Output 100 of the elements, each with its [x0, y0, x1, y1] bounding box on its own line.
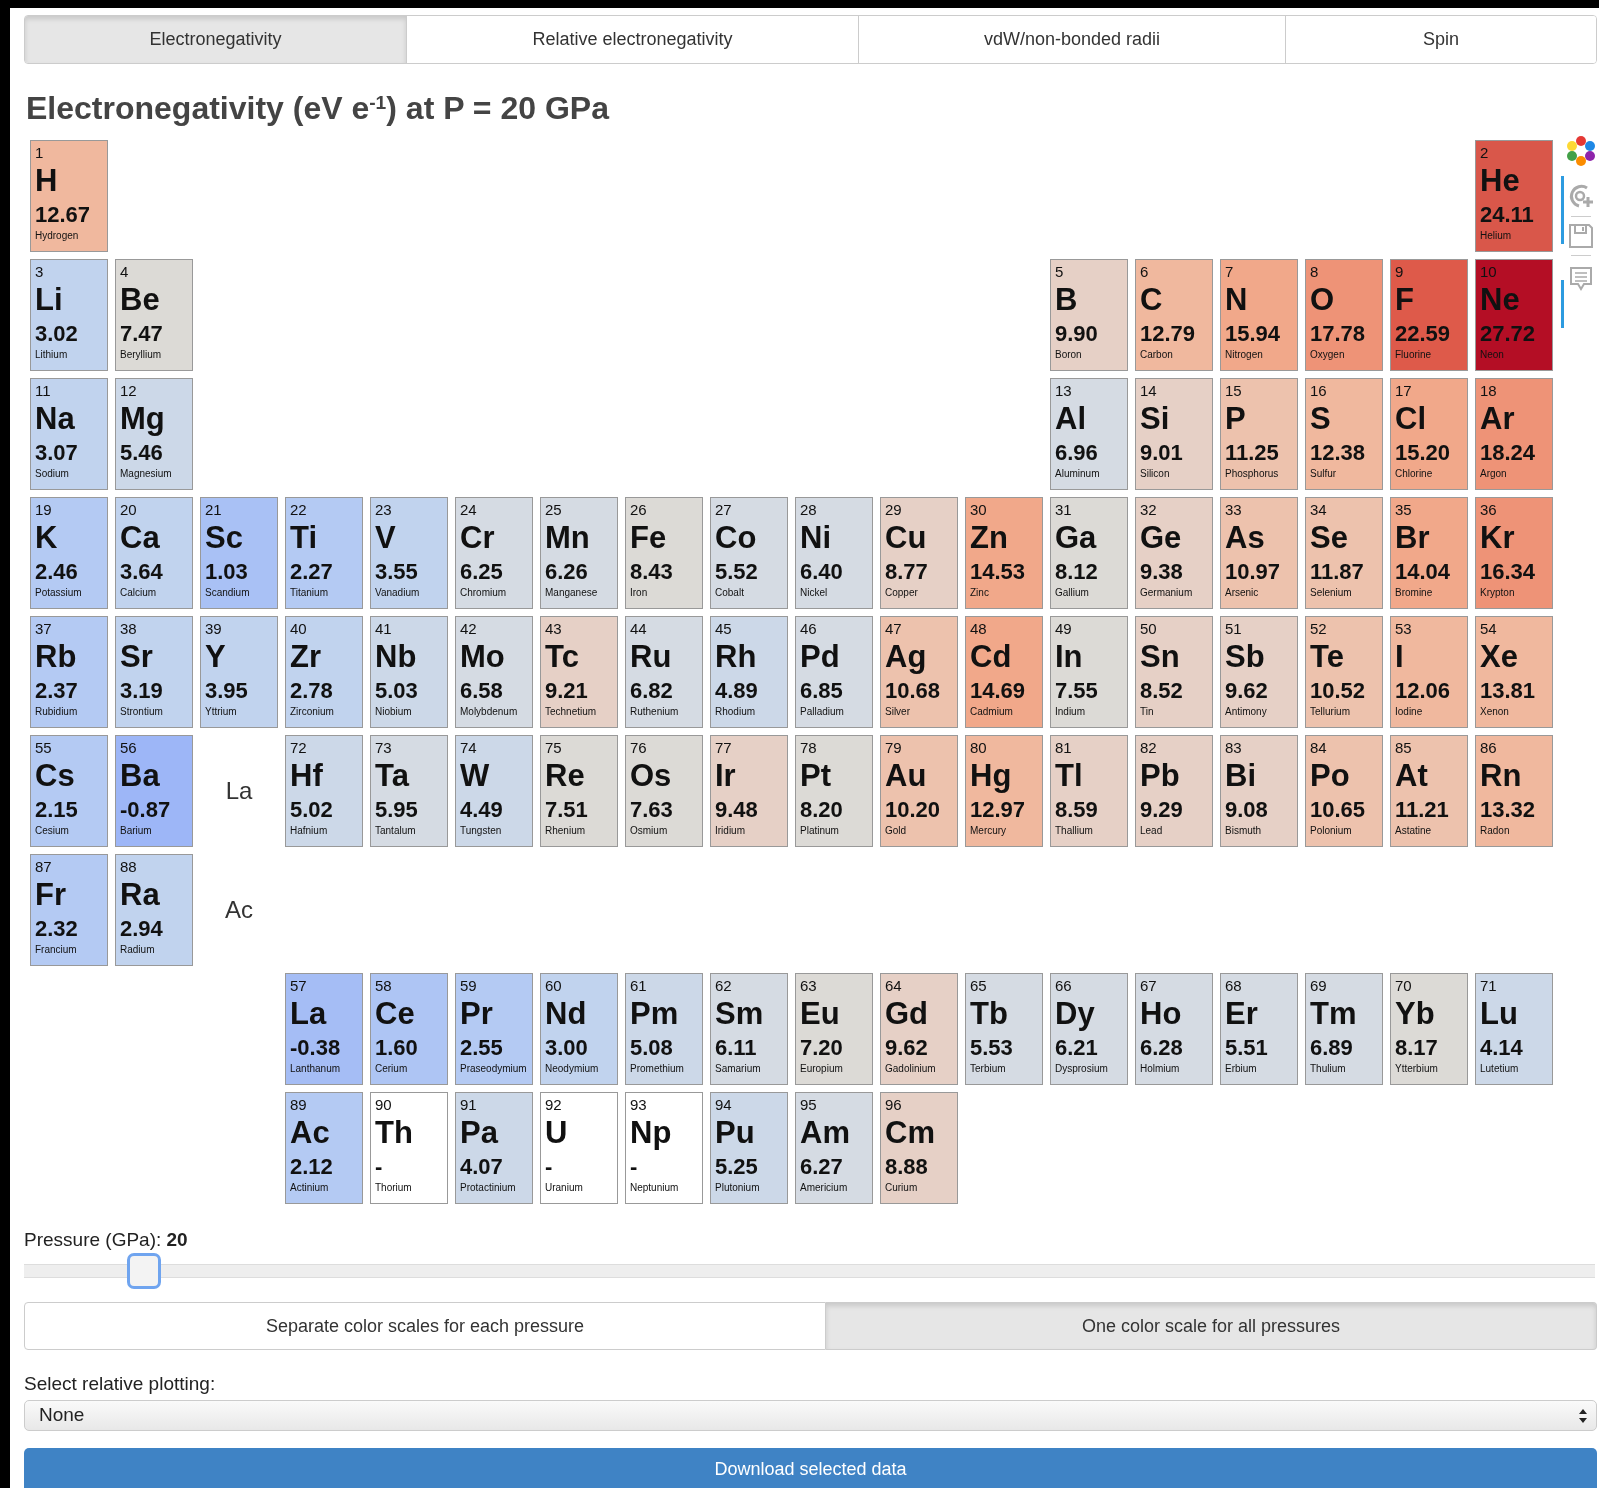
element-tile[interactable]: 81 Tl 8.59 Thallium — [1050, 735, 1128, 847]
element-tile[interactable]: 70 Yb 8.17 Ytterbium — [1390, 973, 1468, 1085]
element-tile[interactable]: 56 Ba -0.87 Barium — [115, 735, 193, 847]
element-tile[interactable]: 53 I 12.06 Iodine — [1390, 616, 1468, 728]
save-icon[interactable] — [1568, 223, 1594, 249]
element-tile[interactable]: 21 Sc 1.03 Scandium — [200, 497, 278, 609]
element-tile[interactable]: 35 Br 14.04 Bromine — [1390, 497, 1468, 609]
element-tile[interactable]: 80 Hg 12.97 Mercury — [965, 735, 1043, 847]
element-tile[interactable]: 51 Sb 9.62 Antimony — [1220, 616, 1298, 728]
element-tile[interactable]: 36 Kr 16.34 Krypton — [1475, 497, 1553, 609]
element-tile[interactable]: 3 Li 3.02 Lithium — [30, 259, 108, 371]
download-button[interactable]: Download selected data — [24, 1448, 1597, 1488]
element-tile[interactable]: 45 Rh 4.89 Rhodium — [710, 616, 788, 728]
element-tile[interactable]: 26 Fe 8.43 Iron — [625, 497, 703, 609]
element-tile[interactable]: 95 Am 6.27 Americium — [795, 1092, 873, 1204]
element-tile[interactable]: 38 Sr 3.19 Strontium — [115, 616, 193, 728]
element-tile[interactable]: 87 Fr 2.32 Francium — [30, 854, 108, 966]
element-tile[interactable]: 89 Ac 2.12 Actinium — [285, 1092, 363, 1204]
element-tile[interactable]: 8 O 17.78 Oxygen — [1305, 259, 1383, 371]
element-tile[interactable]: 71 Lu 4.14 Lutetium — [1475, 973, 1553, 1085]
element-tile[interactable]: 75 Re 7.51 Rhenium — [540, 735, 618, 847]
element-tile[interactable]: 27 Co 5.52 Cobalt — [710, 497, 788, 609]
element-tile[interactable]: 54 Xe 13.81 Xenon — [1475, 616, 1553, 728]
element-tile[interactable]: 17 Cl 15.20 Chlorine — [1390, 378, 1468, 490]
element-tile[interactable]: 6 C 12.79 Carbon — [1135, 259, 1213, 371]
element-tile[interactable]: 77 Ir 9.48 Iridium — [710, 735, 788, 847]
element-tile[interactable]: 48 Cd 14.69 Cadmium — [965, 616, 1043, 728]
element-tile[interactable]: 29 Cu 8.77 Copper — [880, 497, 958, 609]
element-tile[interactable]: 2 He 24.11 Helium — [1475, 140, 1553, 252]
element-tile[interactable]: 30 Zn 14.53 Zinc — [965, 497, 1043, 609]
element-tile[interactable]: 91 Pa 4.07 Protactinium — [455, 1092, 533, 1204]
logo-icon[interactable] — [1566, 136, 1596, 166]
element-tile[interactable]: 50 Sn 8.52 Tin — [1135, 616, 1213, 728]
element-tile[interactable]: 79 Au 10.20 Gold — [880, 735, 958, 847]
element-tile[interactable]: 32 Ge 9.38 Germanium — [1135, 497, 1213, 609]
element-tile[interactable]: 28 Ni 6.40 Nickel — [795, 497, 873, 609]
element-tile[interactable]: 58 Ce 1.60 Cerium — [370, 973, 448, 1085]
element-tile[interactable]: 76 Os 7.63 Osmium — [625, 735, 703, 847]
element-tile[interactable]: 85 At 11.21 Astatine — [1390, 735, 1468, 847]
element-tile[interactable]: 83 Bi 9.08 Bismuth — [1220, 735, 1298, 847]
element-tile[interactable]: 23 V 3.55 Vanadium — [370, 497, 448, 609]
element-tile[interactable]: 68 Er 5.51 Erbium — [1220, 973, 1298, 1085]
element-tile[interactable]: 25 Mn 6.26 Manganese — [540, 497, 618, 609]
element-tile[interactable]: 64 Gd 9.62 Gadolinium — [880, 973, 958, 1085]
element-tile[interactable]: 9 F 22.59 Fluorine — [1390, 259, 1468, 371]
element-tile[interactable]: 94 Pu 5.25 Plutonium — [710, 1092, 788, 1204]
element-tile[interactable]: 16 S 12.38 Sulfur — [1305, 378, 1383, 490]
element-tile[interactable]: 42 Mo 6.58 Molybdenum — [455, 616, 533, 728]
element-tile[interactable]: 37 Rb 2.37 Rubidium — [30, 616, 108, 728]
element-tile[interactable]: 14 Si 9.01 Silicon — [1135, 378, 1213, 490]
element-tile[interactable]: 60 Nd 3.00 Neodymium — [540, 973, 618, 1085]
tab[interactable]: Spin — [1285, 16, 1596, 63]
element-tile[interactable]: 59 Pr 2.55 Praseodymium — [455, 973, 533, 1085]
element-tile[interactable]: 11 Na 3.07 Sodium — [30, 378, 108, 490]
element-tile[interactable]: 46 Pd 6.85 Palladium — [795, 616, 873, 728]
element-tile[interactable]: 63 Eu 7.20 Europium — [795, 973, 873, 1085]
element-tile[interactable]: 18 Ar 18.24 Argon — [1475, 378, 1553, 490]
element-tile[interactable]: 40 Zr 2.78 Zirconium — [285, 616, 363, 728]
element-tile[interactable]: 15 P 11.25 Phosphorus — [1220, 378, 1298, 490]
element-tile[interactable]: 33 As 10.97 Arsenic — [1220, 497, 1298, 609]
element-tile[interactable]: 82 Pb 9.29 Lead — [1135, 735, 1213, 847]
slider-thumb[interactable] — [126, 1253, 161, 1289]
element-tile[interactable]: 24 Cr 6.25 Chromium — [455, 497, 533, 609]
toggle-button[interactable]: One color scale for all pressures — [826, 1302, 1597, 1350]
element-tile[interactable]: 20 Ca 3.64 Calcium — [115, 497, 193, 609]
element-tile[interactable]: 13 Al 6.96 Aluminum — [1050, 378, 1128, 490]
element-tile[interactable]: 66 Dy 6.21 Dysprosium — [1050, 973, 1128, 1085]
toggle-button[interactable]: Separate color scales for each pressure — [24, 1302, 826, 1350]
element-tile[interactable]: 55 Cs 2.15 Cesium — [30, 735, 108, 847]
element-tile[interactable]: 74 W 4.49 Tungsten — [455, 735, 533, 847]
element-tile[interactable]: 7 N 15.94 Nitrogen — [1220, 259, 1298, 371]
element-tile[interactable]: 67 Ho 6.28 Holmium — [1135, 973, 1213, 1085]
element-tile[interactable]: 41 Nb 5.03 Niobium — [370, 616, 448, 728]
element-tile[interactable]: 69 Tm 6.89 Thulium — [1305, 973, 1383, 1085]
element-tile[interactable]: 43 Tc 9.21 Technetium — [540, 616, 618, 728]
element-tile[interactable]: 88 Ra 2.94 Radium — [115, 854, 193, 966]
element-tile[interactable]: 31 Ga 8.12 Gallium — [1050, 497, 1128, 609]
comment-icon[interactable] — [1569, 266, 1593, 292]
element-tile[interactable]: 73 Ta 5.95 Tantalum — [370, 735, 448, 847]
element-tile[interactable]: 93 Np - Neptunium — [625, 1092, 703, 1204]
element-tile[interactable]: 62 Sm 6.11 Samarium — [710, 973, 788, 1085]
tab[interactable]: Electronegativity — [25, 16, 406, 63]
element-tile[interactable]: 96 Cm 8.88 Curium — [880, 1092, 958, 1204]
element-tile[interactable]: 57 La -0.38 Lanthanum — [285, 973, 363, 1085]
element-tile[interactable]: 47 Ag 10.68 Silver — [880, 616, 958, 728]
element-tile[interactable]: 49 In 7.55 Indium — [1050, 616, 1128, 728]
element-tile[interactable]: 4 Be 7.47 Beryllium — [115, 259, 193, 371]
element-tile[interactable]: 1 H 12.67 Hydrogen — [30, 140, 108, 252]
element-tile[interactable]: 86 Rn 13.32 Radon — [1475, 735, 1553, 847]
select-field[interactable]: None — [24, 1400, 1597, 1431]
add-circle-icon[interactable] — [1567, 182, 1595, 210]
element-tile[interactable]: 72 Hf 5.02 Hafnium — [285, 735, 363, 847]
element-tile[interactable]: 44 Ru 6.82 Ruthenium — [625, 616, 703, 728]
element-tile[interactable]: 78 Pt 8.20 Platinum — [795, 735, 873, 847]
element-tile[interactable]: 92 U - Uranium — [540, 1092, 618, 1204]
element-tile[interactable]: 22 Ti 2.27 Titanium — [285, 497, 363, 609]
element-tile[interactable]: 19 K 2.46 Potassium — [30, 497, 108, 609]
element-tile[interactable]: 90 Th - Thorium — [370, 1092, 448, 1204]
element-tile[interactable]: 12 Mg 5.46 Magnesium — [115, 378, 193, 490]
element-tile[interactable]: 39 Y 3.95 Yttrium — [200, 616, 278, 728]
